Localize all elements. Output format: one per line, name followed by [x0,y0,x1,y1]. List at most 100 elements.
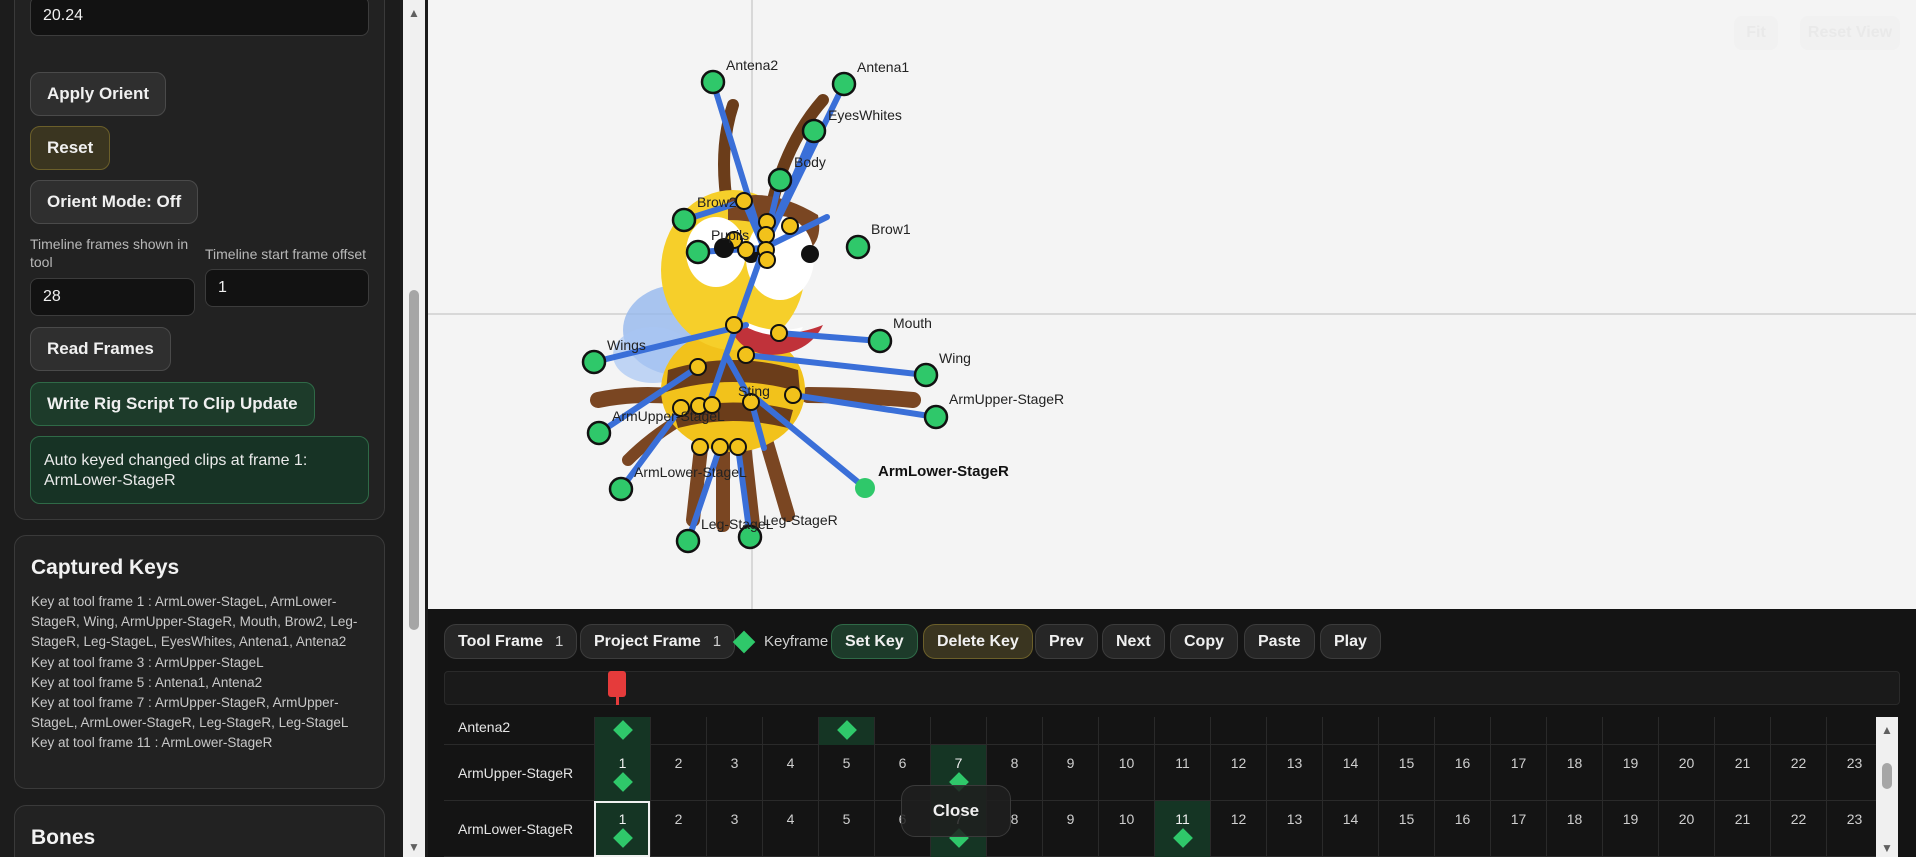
timeline-cell[interactable]: 18 [1546,745,1602,801]
timeline-cell[interactable] [930,717,986,745]
timeline-cell[interactable]: 4 [762,745,818,801]
timeline-cell[interactable]: 1 [594,745,650,801]
left-panel-scrollbar[interactable]: ▲ ▼ [403,0,425,857]
start-offset-input[interactable]: 1 [205,269,369,307]
timeline-cell[interactable] [706,717,762,745]
timeline-cell[interactable] [874,717,930,745]
timeline-cell[interactable]: 19 [1602,801,1658,857]
timeline-cell[interactable]: 15 [1378,801,1434,857]
timeline-cell[interactable]: 3 [706,745,762,801]
timeline-scroll-down-arrow-icon[interactable]: ▼ [1876,839,1898,857]
scroll-thumb[interactable] [409,290,419,630]
set-key-button[interactable]: Set Key [831,624,918,659]
timeline-cell[interactable]: 5 [818,745,874,801]
timeline-cell[interactable]: 13 [1266,745,1322,801]
timeline-cell[interactable]: 16 [1434,745,1490,801]
timeline-scrubber[interactable] [444,671,1900,705]
timeline-cell[interactable] [762,717,818,745]
timeline-cell[interactable]: 12 [1210,745,1266,801]
prev-button[interactable]: Prev [1035,624,1098,659]
close-button[interactable]: Close [901,785,1011,837]
timeline-cell[interactable]: 2 [650,745,706,801]
timeline-cell[interactable]: 22 [1770,745,1826,801]
timeline-cell[interactable] [1154,717,1210,745]
frame-number: 22 [1790,755,1807,771]
timeline-cell[interactable]: 19 [1602,745,1658,801]
timeline-cell[interactable]: 14 [1322,745,1378,801]
timeline-cell[interactable]: 4 [762,801,818,857]
timeline-cell[interactable] [1210,717,1266,745]
timeline-cell[interactable]: 23 [1826,801,1882,857]
timeline-scroll-up-arrow-icon[interactable]: ▲ [1876,721,1898,739]
timeline-cell[interactable]: 16 [1434,801,1490,857]
timeline-cell[interactable]: 23 [1826,745,1882,801]
keyframe-legend: Keyframe [732,630,828,653]
reset-button[interactable]: Reset [30,126,111,170]
timeline-cell[interactable]: 20 [1658,745,1714,801]
bone-label-selected: ArmLower-StageR [878,463,1009,480]
timeline-scroll-thumb[interactable] [1882,763,1892,789]
timeline-cell[interactable]: 17 [1490,801,1546,857]
timeline-cell[interactable]: 21 [1714,745,1770,801]
timeline-cell[interactable] [1714,717,1770,745]
delete-key-button[interactable]: Delete Key [923,624,1033,659]
timeline-cell[interactable]: 9 [1042,801,1098,857]
captured-key-item: Key at tool frame 11 : ArmLower-StageR [31,735,273,751]
frame-number: 5 [842,755,851,771]
reset-view-button[interactable]: Reset View [1800,16,1900,50]
timeline-cell[interactable] [1098,717,1154,745]
timeline-cell[interactable] [818,717,874,745]
timeline-cell[interactable] [1042,717,1098,745]
timeline-cell[interactable]: 14 [1322,801,1378,857]
timeline-cell[interactable]: 10 [1098,801,1154,857]
scroll-up-arrow-icon[interactable]: ▲ [403,4,425,22]
play-button[interactable]: Play [1320,624,1381,659]
orient-mode-button[interactable]: Orient Mode: Off [30,180,199,224]
timeline-cell[interactable]: 22 [1770,801,1826,857]
timeline-cell[interactable] [1546,717,1602,745]
timeline-cell[interactable]: 9 [1042,745,1098,801]
timeline-cell[interactable]: 18 [1546,801,1602,857]
timeline-cell[interactable] [986,717,1042,745]
apply-orient-button[interactable]: Apply Orient [30,72,167,116]
timeline-cell[interactable] [1490,717,1546,745]
timeline-cell[interactable]: 10 [1098,745,1154,801]
timeline-cell[interactable]: 13 [1266,801,1322,857]
timeline-cell[interactable] [650,717,706,745]
timeline-scrollbar[interactable]: ▲ ▼ [1876,717,1898,857]
scroll-down-arrow-icon[interactable]: ▼ [403,838,425,856]
next-button[interactable]: Next [1102,624,1165,659]
timeline-cell[interactable]: 21 [1714,801,1770,857]
timeline-cell[interactable]: 17 [1490,745,1546,801]
timeline-cell[interactable] [1322,717,1378,745]
timeline-cell[interactable] [594,717,650,745]
timeline-cell[interactable]: 20 [1658,801,1714,857]
timeline-cell[interactable]: 15 [1378,745,1434,801]
copy-button[interactable]: Copy [1170,624,1238,659]
timeline-cell[interactable] [1770,717,1826,745]
timeline-cell[interactable]: 11 [1154,745,1210,801]
timeline-cell[interactable] [1602,717,1658,745]
frames-shown-input[interactable]: 28 [30,278,195,316]
bones-card: Bones [14,805,385,857]
node-body [767,167,793,193]
fit-button[interactable]: Fit [1734,16,1778,50]
timeline-cell[interactable]: 11 [1154,801,1210,857]
timeline-cell[interactable]: 1 [594,801,650,857]
read-frames-button[interactable]: Read Frames [30,327,171,371]
timeline-cell[interactable]: 5 [818,801,874,857]
timeline-cell[interactable] [1434,717,1490,745]
node-armlower-stager-selected[interactable] [855,478,875,498]
rig-canvas[interactable]: Antena2 Antena1 EyesWhites Body Brow2 Br… [428,0,1916,609]
timeline-cell[interactable]: 2 [650,801,706,857]
angle-input[interactable]: 20.24 [30,0,369,36]
timeline-cell[interactable] [1826,717,1882,745]
timeline-cell[interactable] [1266,717,1322,745]
paste-button[interactable]: Paste [1244,624,1315,659]
timeline-cell[interactable] [1378,717,1434,745]
write-rig-script-button[interactable]: Write Rig Script To Clip Update [30,382,315,426]
playhead-handle[interactable] [608,671,626,697]
timeline-cell[interactable] [1658,717,1714,745]
timeline-cell[interactable]: 3 [706,801,762,857]
timeline-cell[interactable]: 12 [1210,801,1266,857]
